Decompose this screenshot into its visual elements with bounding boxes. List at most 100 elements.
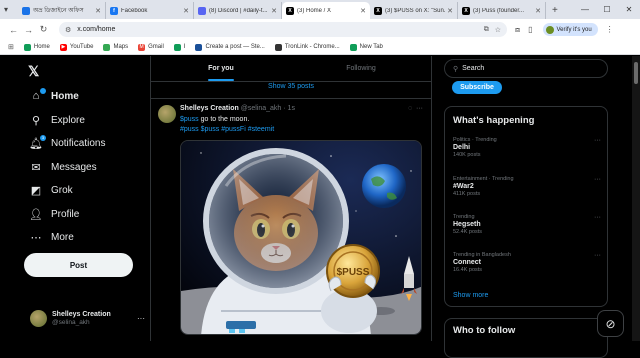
search-icon: ⚲ — [31, 115, 41, 127]
bookmark-item[interactable]: Home — [23, 43, 50, 51]
bookmark-label: Create a post — Ste... — [205, 44, 265, 50]
more-icon[interactable]: ··· — [594, 137, 601, 144]
nav-profile[interactable]: 👤︎ Profile — [29, 208, 79, 221]
profile-label: Verify it's you — [556, 26, 592, 33]
extensions-icon[interactable]: ⧈ — [515, 25, 520, 35]
close-window-icon[interactable]: ✕ — [618, 0, 640, 19]
bookmarks-bar: ⊞ Home ▶ YouTube Maps M Gmail I Create a p… — [0, 40, 640, 55]
bookmark-label: YouTube — [69, 44, 94, 50]
grok-float-button[interactable]: ⊘ — [597, 310, 624, 337]
bookmark-star-icon[interactable]: ☆ — [495, 26, 501, 34]
avatar[interactable] — [158, 105, 176, 123]
tweet-author-name[interactable]: Shelleys Creation — [180, 105, 239, 112]
bookmark-item[interactable]: Maps — [103, 43, 128, 51]
address-bar[interactable]: ⚙ x.com/home ⧉ ☆ — [59, 22, 507, 37]
trend-context: Politics · Trending — [453, 137, 497, 143]
grok-icon[interactable]: ◌ — [408, 105, 412, 112]
trend-item[interactable]: Trending Hegseth 52.4K posts ··· — [453, 214, 601, 235]
trend-name: Delhi — [453, 144, 471, 151]
discord-icon — [198, 6, 206, 15]
bookmark-item[interactable]: M Gmail — [138, 43, 164, 51]
bookmark-item[interactable]: New Tab — [349, 43, 383, 51]
tweet-image[interactable]: $PUSS — [180, 140, 422, 335]
browser-tab[interactable]: অভ্র ডিজাইনে অফিস ✕ — [18, 2, 106, 19]
gmail-icon: M — [138, 43, 146, 51]
nav-more[interactable]: ⋯ More — [29, 231, 74, 244]
close-icon[interactable]: ✕ — [271, 7, 277, 15]
trend-count: 52.4K posts — [453, 229, 483, 235]
bookmark-item[interactable]: TronLink - Chrome... — [274, 43, 340, 51]
forward-arrow-icon[interactable]: → — [21, 25, 36, 35]
hashtag-links[interactable]: #puss $puss #pussFi #steemit — [180, 126, 274, 133]
nav-home[interactable]: ⌂ Home — [29, 88, 79, 102]
back-arrow-icon[interactable]: ← — [6, 25, 21, 35]
subscribe-button[interactable]: Subscribe — [452, 81, 502, 94]
new-tab-icon[interactable]: + — [552, 5, 558, 16]
nav-grok[interactable]: ◩ Grok — [29, 184, 73, 197]
site-info-icon[interactable]: ⚙ — [65, 26, 71, 34]
nav-explore[interactable]: ⚲ Explore — [29, 114, 85, 127]
window-controls: — ☐ ✕ — [574, 0, 640, 19]
main-feed: For you Following Show 35 posts Shelleys… — [150, 56, 432, 341]
maps-icon — [103, 43, 111, 51]
account-switcher[interactable]: Shelleys Creation @selina_akh ··· — [30, 310, 145, 327]
nav-label: More — [51, 232, 74, 243]
cashtag-link[interactable]: $puss — [180, 116, 199, 123]
bookmark-item[interactable]: Create a post — Ste... — [195, 43, 265, 51]
more-icon[interactable]: ··· — [137, 314, 145, 323]
bookmark-label: TronLink - Chrome... — [284, 44, 340, 50]
more-icon[interactable]: ··· — [594, 252, 601, 259]
browser-tab[interactable]: f Facebook ✕ — [106, 2, 194, 19]
trend-item[interactable]: Politics · Trending Delhi 140K posts ··· — [453, 137, 601, 158]
tab-title: Facebook — [121, 7, 148, 14]
close-icon[interactable]: ✕ — [360, 7, 366, 15]
sidepanel-icon[interactable]: ▯ — [528, 25, 532, 34]
tweet-text: $puss go to the moon. #puss $puss #pussF… — [180, 115, 423, 135]
mail-icon: ✉ — [31, 162, 41, 174]
nav-messages[interactable]: ✉ Messages — [29, 161, 96, 174]
panel-title: What's happening — [453, 115, 535, 126]
trend-count: 16.4K posts — [453, 267, 483, 273]
tab-for-you[interactable]: For you — [151, 56, 291, 81]
x-logo-icon[interactable]: 𝕏 — [28, 63, 39, 80]
scrollbar-thumb[interactable] — [634, 62, 638, 84]
tweet-author-handle[interactable]: @selina_akh · 1s — [241, 105, 295, 112]
browser-tab-active[interactable]: X (3) Home / X ✕ — [282, 2, 370, 19]
show-new-posts-button[interactable]: Show 35 posts — [151, 82, 431, 99]
tab-following[interactable]: Following — [291, 56, 431, 81]
bookmark-item[interactable]: I — [173, 43, 185, 51]
x-page: 𝕏 ⌂ Home ⚲ Explore 🔔︎ 3 Notifications ✉ M… — [0, 56, 640, 358]
profile-verify-button[interactable]: Verify it's you — [542, 23, 598, 36]
tweet-header: Shelleys Creation @selina_akh · 1s ◌ ··· — [180, 105, 423, 112]
more-icon[interactable]: ··· — [594, 214, 601, 221]
apps-grid-icon[interactable]: ⊞ — [8, 43, 14, 51]
reload-icon[interactable]: ↻ — [36, 24, 51, 35]
url-text[interactable]: x.com/home — [77, 26, 477, 33]
trend-item[interactable]: Trending in Bangladesh Connect 16.4K pos… — [453, 252, 601, 273]
steemit-icon — [195, 43, 203, 51]
browser-tab[interactable]: X (3) $PUSS on X: "Sun... ✕ — [370, 2, 458, 19]
scrollbar[interactable] — [632, 56, 640, 341]
search-placeholder: Search — [462, 65, 485, 72]
browser-tab[interactable]: (8) Discord | #daily-t... ✕ — [194, 2, 282, 19]
post-button[interactable]: Post — [24, 253, 133, 277]
close-icon[interactable]: ✕ — [447, 7, 453, 15]
close-icon[interactable]: ✕ — [183, 7, 189, 15]
install-app-icon[interactable]: ⧉ — [484, 26, 489, 34]
browser-tab[interactable]: X (3) Puss (founder... ✕ — [458, 2, 546, 19]
trend-item[interactable]: Entertainment · Trending #War2 411K post… — [453, 176, 601, 197]
search-input[interactable]: ⚲ Search — [444, 59, 608, 78]
close-icon[interactable]: ✕ — [95, 7, 101, 15]
bookmark-item[interactable]: ▶ YouTube — [59, 43, 94, 51]
show-more-link[interactable]: Show more — [453, 292, 488, 299]
tweet[interactable]: Shelleys Creation @selina_akh · 1s ◌ ···… — [151, 99, 431, 335]
more-icon[interactable]: ··· — [416, 105, 423, 112]
maximize-icon[interactable]: ☐ — [596, 0, 618, 19]
more-icon[interactable]: ··· — [594, 176, 601, 183]
bell-icon: 🔔︎ 3 — [29, 135, 46, 150]
minimize-icon[interactable]: — — [574, 0, 596, 19]
tab-search-icon[interactable]: ▾ — [4, 5, 8, 14]
browser-menu-icon[interactable]: ⋮ — [606, 25, 614, 34]
close-icon[interactable]: ✕ — [535, 7, 541, 15]
nav-notifications[interactable]: 🔔︎ 3 Notifications — [29, 135, 105, 150]
